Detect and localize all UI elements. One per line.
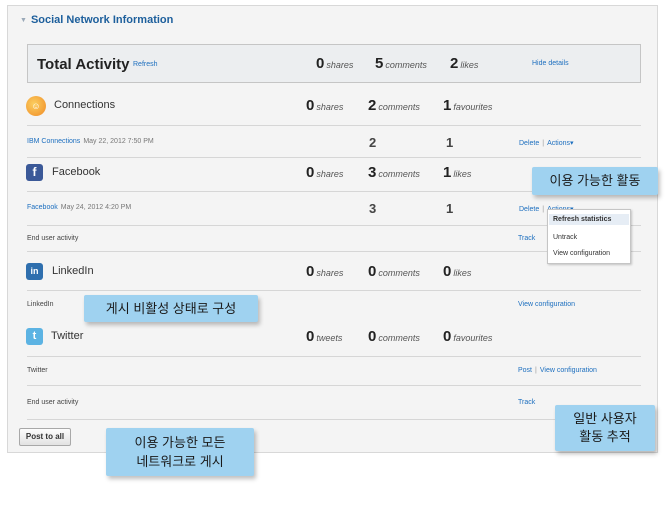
section-header[interactable]: ▼ Social Network Information: [20, 14, 173, 26]
end-user-activity-label: End user activity: [27, 399, 79, 406]
view-configuration-link[interactable]: View configuration: [518, 301, 575, 308]
callout-track-end-user: 일반 사용자 활동 추적: [555, 405, 655, 451]
divider: [27, 385, 641, 386]
view-configuration-link[interactable]: View configuration: [540, 367, 597, 374]
hide-details-link[interactable]: Hide details: [532, 60, 569, 67]
linkedin-comments: 0 comments: [368, 263, 420, 280]
twitter-name: Twitter: [51, 330, 84, 342]
twitter-favourites: 0 favourites: [443, 328, 493, 345]
post-likes-count: 1: [446, 201, 454, 216]
connections-icon: ☺: [26, 96, 46, 116]
callout-available-activity: 이용 가능한 활동: [532, 167, 658, 195]
facebook-comments: 3 comments: [368, 164, 420, 181]
connections-favourites: 1 favourites: [443, 97, 493, 114]
linkedin-icon: in: [26, 263, 43, 280]
menu-item-untrack[interactable]: Untrack: [553, 234, 577, 241]
facebook-icon: f: [26, 164, 43, 181]
facebook-shares: 0 shares: [306, 164, 344, 181]
menu-item-view-configuration[interactable]: View configuration: [553, 250, 610, 257]
post-comments-count: 3: [369, 201, 377, 216]
callout-line: 일반 사용자: [573, 411, 637, 426]
refresh-link[interactable]: Refresh: [133, 61, 158, 68]
divider: [27, 290, 641, 291]
actions-menu-link[interactable]: Actions▾: [547, 140, 573, 147]
facebook-post-link[interactable]: Facebook: [27, 204, 58, 211]
delete-link[interactable]: Delete: [519, 206, 539, 213]
total-activity-title: Total Activity: [37, 56, 130, 73]
track-link[interactable]: Track: [518, 235, 535, 242]
post-date: May 24, 2012 4:20 PM: [60, 204, 132, 211]
twitter-icon: t: [26, 328, 43, 345]
post-likes-count: 1: [446, 135, 454, 150]
post-to-all-button[interactable]: Post to all: [19, 428, 71, 446]
total-activity-box: Total Activity Refresh 0 shares 5 comments…: [27, 44, 641, 83]
twitter-tweets: 0 tweets: [306, 328, 343, 345]
callout-line: 활동 추적: [579, 429, 631, 444]
collapse-triangle-icon[interactable]: ▼: [20, 17, 27, 24]
post-link[interactable]: Post: [518, 367, 532, 374]
connections-comments: 2 comments: [368, 97, 420, 114]
twitter-actions: Post | View configuration: [518, 367, 597, 374]
facebook-post-entry: Facebook May 24, 2012 4:20 PM: [27, 204, 131, 211]
linkedin-shares: 0 shares: [306, 263, 344, 280]
total-likes: 2 likes: [450, 55, 479, 72]
linkedin-label: LinkedIn: [27, 301, 54, 308]
callout-line: 네트워크로 게시: [136, 454, 224, 469]
divider: [27, 419, 641, 420]
chevron-down-icon: ▾: [570, 140, 574, 147]
ibm-connections-link[interactable]: IBM Connections: [27, 138, 80, 145]
linkedin-likes: 0 likes: [443, 263, 472, 280]
twitter-comments: 0 comments: [368, 328, 420, 345]
total-shares: 0 shares: [316, 55, 354, 72]
track-link[interactable]: Track: [518, 399, 535, 406]
connections-name: Connections: [54, 99, 116, 111]
facebook-likes: 1 likes: [443, 164, 472, 181]
linkedin-name: LinkedIn: [52, 265, 94, 277]
divider: [27, 125, 641, 126]
section-title: Social Network Information: [30, 14, 174, 26]
divider: [27, 157, 641, 158]
connections-post-actions: Delete | Actions▾: [519, 140, 574, 147]
post-comments-count: 2: [369, 135, 377, 150]
divider: [27, 356, 641, 357]
callout-line: 이용 가능한 모든: [134, 435, 226, 450]
callout-disabled-posting: 게시 비활성 상태로 구성: [84, 295, 258, 322]
callout-post-to-all: 이용 가능한 모든 네트워크로 게시: [106, 428, 254, 476]
menu-item-refresh-statistics[interactable]: Refresh statistics: [553, 216, 611, 223]
connections-shares: 0 shares: [306, 97, 344, 114]
facebook-name: Facebook: [52, 166, 101, 178]
delete-link[interactable]: Delete: [519, 140, 539, 147]
post-date: May 22, 2012 7:50 PM: [83, 138, 154, 145]
actions-dropdown-menu: Refresh statistics Untrack View configur…: [547, 209, 631, 264]
total-comments: 5 comments: [375, 55, 427, 72]
twitter-label: Twitter: [27, 367, 48, 374]
end-user-activity-label: End user activity: [27, 235, 79, 242]
connections-post-entry: IBM Connections May 22, 2012 7:50 PM: [27, 138, 154, 145]
